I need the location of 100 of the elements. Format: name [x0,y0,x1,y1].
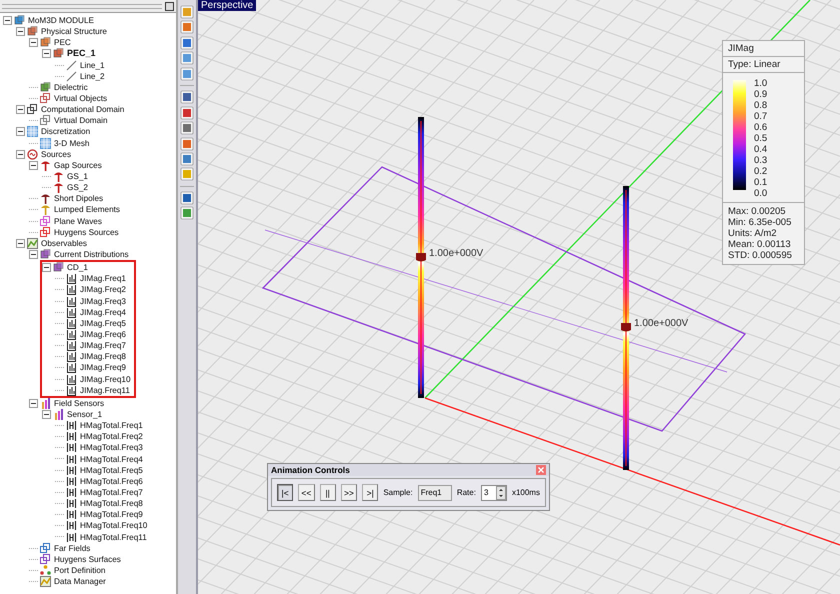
tree-item[interactable]: JIMag.Freq4 [42,306,131,318]
tree-item[interactable]: JIMag.Freq10 [42,374,131,385]
bracket-icon [66,384,77,396]
tree-item[interactable]: JIMag.Freq9 [42,362,131,374]
collapse-toggle[interactable] [3,16,12,26]
restore-button[interactable] [165,2,174,10]
bracket-icon [66,454,77,465]
collapse-toggle[interactable] [29,398,38,408]
playback-button[interactable]: >> [340,484,358,501]
blocks-icon [27,26,38,38]
blocks-icon [40,82,51,93]
tree-item[interactable]: PEC [0,37,176,48]
tree-item[interactable]: PEC_1 [0,48,176,60]
tree-item[interactable]: HMagTotal.Freq4 [0,453,176,465]
collapse-toggle[interactable] [16,27,25,36]
tree-item[interactable]: Physical Structure [0,26,176,38]
tree-item[interactable]: JIMag.Freq7 [42,340,131,352]
tree-item[interactable]: JIMag.Freq5 [42,318,131,329]
tick-label: 0.9 [754,89,768,100]
collapse-toggle[interactable] [16,105,25,114]
tree-item[interactable]: Virtual Domain [0,115,176,126]
tree-item[interactable]: HMagTotal.Freq7 [0,486,176,498]
tree-item[interactable]: Discretization [0,126,176,138]
bracket-icon [66,362,77,374]
tree-item[interactable]: Virtual Objects [0,92,176,104]
tree-item[interactable]: HMagTotal.Freq2 [0,431,176,442]
tree-item[interactable]: JIMag.Freq11 [42,384,131,396]
panel-grip[interactable] [2,4,162,8]
collapse-toggle[interactable] [42,49,51,58]
collapse-toggle[interactable] [29,160,38,170]
tree-item[interactable]: Dielectric [0,82,176,93]
tick-label: 0.8 [754,100,768,111]
tree-item[interactable]: HMagTotal.Freq6 [0,476,176,487]
tree-item[interactable]: HMagTotal.Freq10 [0,520,176,532]
tree-item[interactable]: Plane Waves [0,216,176,227]
tree-item[interactable]: JIMag.Freq8 [42,351,131,362]
collapse-toggle[interactable] [16,150,25,159]
collapse-toggle[interactable] [16,127,25,136]
tree-item[interactable]: Line_1 [0,60,176,71]
outline-icon [40,542,51,554]
playback-button[interactable]: || [320,484,336,501]
tree-item[interactable]: Huygens Surfaces [0,554,176,565]
collapse-toggle[interactable] [29,38,38,48]
tree-item[interactable]: JIMag.Freq1 [42,273,131,284]
tree-item[interactable]: Observables [0,238,176,249]
tree-item[interactable]: Data Manager [0,576,176,588]
close-icon[interactable] [536,465,546,475]
playback-button[interactable]: >| [362,484,378,501]
tick-label: 0.0 [754,188,768,199]
spin-arrows-icon[interactable] [496,486,506,500]
collapse-toggle[interactable] [42,263,51,272]
bracket-icon [66,486,77,498]
tree-item[interactable]: HMagTotal.Freq8 [0,498,176,510]
gap-source-icon[interactable] [621,323,631,332]
bracket-icon [66,329,77,340]
collapse-toggle[interactable] [16,238,25,248]
outline-icon [27,104,38,116]
tree-item[interactable]: MoM3D MODULE [0,15,176,26]
tick-label: 1.0 [754,78,768,89]
cube-icon [40,249,51,260]
collapse-toggle[interactable] [42,410,51,419]
dialog-title: Animation Controls [271,465,350,475]
bracket-icon [66,351,77,362]
tree-item[interactable]: HMagTotal.Freq9 [0,509,176,520]
tree-item[interactable]: Current Distributions [0,248,176,260]
voltage-label: 1.00e+000V [429,248,484,259]
tree-item[interactable]: Huygens Sources [0,226,176,238]
stat-text: Units: A/m2 [728,228,778,239]
bracket-icon [66,442,77,454]
tree-item[interactable]: Sources [0,148,176,160]
tree-item[interactable]: HMagTotal.Freq11 [0,531,176,543]
tree-item[interactable]: Computational Domain [0,104,176,116]
tree-item[interactable]: Line_2 [0,70,176,82]
tree-item[interactable]: JIMag.Freq2 [42,284,131,296]
rate-spinbox[interactable]: 3 [480,484,507,500]
bars-icon [40,398,51,409]
sample-field[interactable]: Freq1 [418,484,452,500]
bracket-icon [66,284,77,296]
tree-item[interactable]: Lumped Elements [0,204,176,216]
tree-item[interactable]: 3-D Mesh [0,138,176,149]
tree-item[interactable]: Port Definition [0,564,176,576]
tree-item[interactable]: Far Fields [0,542,176,554]
tree-item[interactable]: Short Dipoles [0,193,176,204]
voltage-label: 1.00e+000V [634,318,688,329]
tree-item[interactable]: Gap Sources [0,160,176,171]
playback-button[interactable]: << [298,484,315,501]
tree-item[interactable]: JIMag.Freq6 [42,328,131,340]
line-icon [66,60,77,71]
tree-item[interactable]: GS_1 [0,170,176,182]
tree-item[interactable]: HMagTotal.Freq5 [0,464,176,476]
tree-item[interactable]: Field Sensors [0,398,176,409]
collapse-toggle[interactable] [29,250,38,260]
tree-item[interactable]: HMagTotal.Freq1 [0,420,176,432]
tree-item[interactable]: JIMag.Freq3 [42,296,131,307]
tree-item[interactable]: HMagTotal.Freq3 [0,442,176,454]
gap-source-icon[interactable] [416,253,426,262]
playback-button[interactable]: |< [277,484,294,501]
tree-item[interactable]: GS_2 [0,182,176,194]
tree-item[interactable]: Sensor_1 [0,408,176,420]
tree-item[interactable]: CD_1 [42,262,131,274]
